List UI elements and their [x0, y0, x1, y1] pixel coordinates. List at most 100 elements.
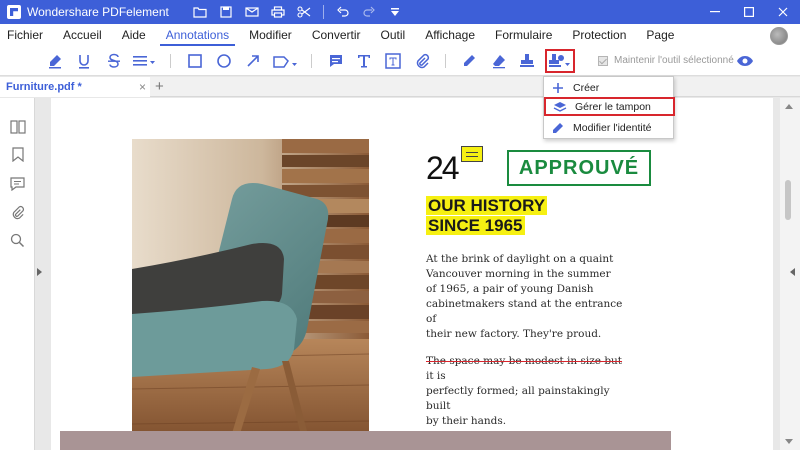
keep-tool-label: Maintenir l'outil sélectionné: [614, 55, 734, 66]
body-text: At the brink of daylight on a quaint Van…: [426, 252, 626, 435]
bookmark-icon[interactable]: [9, 146, 26, 163]
app-logo-icon: [7, 5, 21, 19]
close-tab-icon[interactable]: ×: [139, 80, 146, 94]
menu-modifier[interactable]: Modifier: [239, 24, 302, 46]
stamp-icon[interactable]: [516, 51, 538, 71]
tab-furniture-pdf[interactable]: Furniture.pdf * ×: [0, 77, 150, 97]
page-number-24: 24: [426, 150, 460, 186]
scroll-thumb[interactable]: [785, 180, 791, 220]
menu-bar: Fichier Accueil Aide Annotations Modifie…: [0, 24, 800, 46]
menu-annotations[interactable]: Annotations: [156, 24, 239, 46]
text-lines-dropdown-icon[interactable]: [131, 51, 157, 71]
comments-panel-icon[interactable]: [9, 175, 26, 192]
attachments-panel-icon[interactable]: [9, 204, 26, 221]
minimize-icon[interactable]: [698, 0, 732, 24]
plus-icon: [550, 81, 566, 95]
attachment-tool-icon[interactable]: [411, 51, 433, 71]
menu-fichier[interactable]: Fichier: [0, 24, 53, 46]
close-window-icon[interactable]: [766, 0, 800, 24]
menu-accueil[interactable]: Accueil: [53, 24, 112, 46]
add-tab-icon[interactable]: +: [155, 78, 164, 95]
menu-affichage[interactable]: Affichage: [415, 24, 485, 46]
app-window: Wondershare PDFelement Fichier Accueil A…: [0, 0, 800, 450]
menu-page[interactable]: Page: [636, 24, 684, 46]
paragraph-1-line: cabinetmakers stand at the entrance of: [426, 298, 623, 325]
menu-item-label: Gérer le tampon: [575, 100, 651, 113]
document-tab-bar: Furniture.pdf * × +: [0, 77, 800, 97]
headline-line-2-text: SINCE 1965: [426, 216, 525, 235]
footer-color-band: [60, 431, 671, 450]
headline-line-1: OUR HISTORY: [426, 196, 548, 216]
toolbar-divider: [445, 54, 446, 68]
menu-item-label: Modifier l'identité: [573, 121, 652, 134]
print-icon[interactable]: [269, 3, 287, 21]
menu-item-label: Créer: [573, 81, 600, 94]
paragraph-2-line: The space may be modest in size but it i…: [426, 354, 626, 384]
pdf-page: 24 APPROUVÉ OUR HISTORY SINCE 1965 At th…: [51, 98, 773, 450]
eye-icon[interactable]: [736, 54, 754, 72]
undo-icon[interactable]: [334, 3, 352, 21]
search-icon[interactable]: [9, 232, 26, 249]
comment-tool-icon[interactable]: [325, 51, 347, 71]
quick-access-dropdown-icon[interactable]: [386, 3, 404, 21]
annotation-toolbar: Maintenir l'outil sélectionné: [0, 46, 800, 76]
pencil-tool-icon[interactable]: [458, 51, 480, 71]
menu-outil[interactable]: Outil: [371, 24, 416, 46]
strikethrough-text[interactable]: The space may be modest in size but: [426, 355, 622, 367]
approved-stamp-text: APPROUVÉ: [518, 156, 640, 179]
paragraph-1-line: Vancouver morning in the summer: [426, 268, 611, 280]
menu-item-creer[interactable]: Créer: [544, 78, 675, 97]
app-title: Wondershare PDFelement: [27, 5, 169, 19]
custom-stamp-dropdown-button[interactable]: [545, 49, 575, 73]
oval-tool-icon[interactable]: [213, 51, 235, 71]
approved-stamp[interactable]: APPROUVÉ: [507, 150, 651, 186]
menu-aide[interactable]: Aide: [112, 24, 156, 46]
scroll-up-icon[interactable]: [785, 104, 793, 109]
underline-tool-icon[interactable]: [73, 51, 95, 71]
paragraph-1-line: of 1965, a pair of young Danish: [426, 283, 594, 295]
menu-item-gerer-le-tampon[interactable]: Gérer le tampon: [544, 97, 675, 116]
paragraph-1: At the brink of daylight on a quaint Van…: [426, 252, 626, 342]
user-avatar[interactable]: [770, 27, 788, 45]
rectangle-tool-icon[interactable]: [184, 51, 206, 71]
collapse-right-panel-icon[interactable]: [790, 268, 795, 276]
tab-label: Furniture.pdf *: [6, 81, 82, 93]
redo-icon[interactable]: [360, 3, 378, 21]
menu-item-modifier-identite[interactable]: Modifier l'identité: [544, 118, 675, 137]
keep-tool-selected-option[interactable]: Maintenir l'outil sélectionné: [598, 55, 734, 66]
document-viewport: 24 APPROUVÉ OUR HISTORY SINCE 1965 At th…: [42, 98, 780, 450]
menu-convertir[interactable]: Convertir: [302, 24, 371, 46]
paragraph-2: The space may be modest in size but it i…: [426, 354, 626, 429]
menu-protection[interactable]: Protection: [562, 24, 636, 46]
menu-formulaire[interactable]: Formulaire: [485, 24, 562, 46]
mail-icon[interactable]: [243, 3, 261, 21]
open-folder-icon[interactable]: [191, 3, 209, 21]
layers-icon: [552, 100, 568, 114]
paragraph-1-line: their new factory. They're proud.: [426, 328, 602, 340]
stamp-dropdown-menu: Créer Gérer le tampon Modifier l'identit…: [543, 76, 675, 139]
arrow-tool-icon[interactable]: [242, 51, 264, 71]
eraser-tool-icon[interactable]: [488, 51, 510, 71]
titlebar-divider: [322, 5, 324, 19]
thumbnails-icon[interactable]: [9, 118, 26, 135]
maximize-icon[interactable]: [732, 0, 766, 24]
sticky-note-icon[interactable]: [461, 146, 483, 162]
paragraph-2-line: by their hands.: [426, 415, 507, 427]
headline-line-1-text: OUR HISTORY: [426, 196, 548, 215]
highlight-tool-icon[interactable]: [44, 51, 66, 71]
toolbar-divider: [170, 54, 171, 68]
edit-identity-icon: [550, 121, 566, 135]
textbox-tool-icon[interactable]: [382, 51, 404, 71]
scroll-down-icon[interactable]: [785, 439, 793, 444]
save-icon[interactable]: [217, 3, 235, 21]
toolbar-divider: [311, 54, 312, 68]
strikethrough-tool-icon[interactable]: [103, 51, 125, 71]
armchair-photo: [132, 139, 369, 450]
paragraph-2-continuation: it is: [426, 370, 446, 382]
shape-dropdown-icon[interactable]: [271, 51, 299, 71]
text-tool-icon[interactable]: [353, 51, 375, 71]
scissors-icon[interactable]: [295, 3, 313, 21]
title-bar: Wondershare PDFelement: [0, 0, 800, 24]
window-controls: [698, 0, 800, 24]
keep-tool-checkbox[interactable]: [598, 55, 608, 66]
